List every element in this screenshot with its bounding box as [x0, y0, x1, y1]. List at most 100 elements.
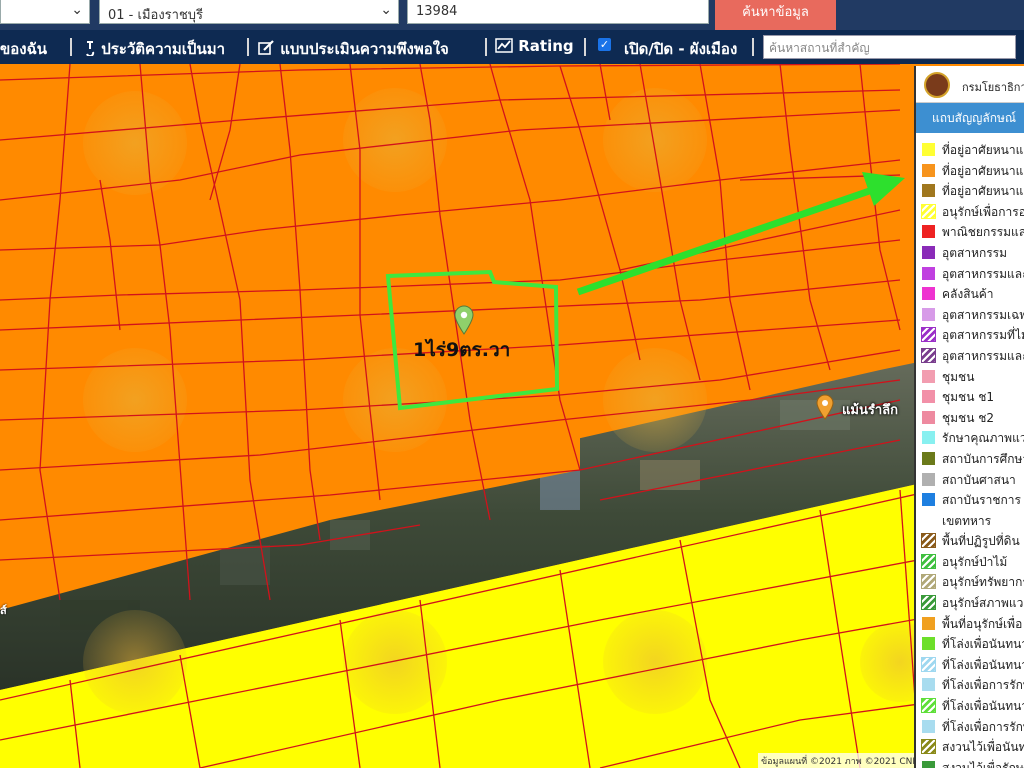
legend-swatch — [921, 595, 936, 611]
legend-item-label: ที่โล่งเพื่อการรักษา — [942, 719, 1024, 734]
menu-divider — [752, 38, 754, 56]
legend-item-label: อนุรักษ์สภาพแวดล้อม — [942, 596, 1024, 611]
legend-item: อนุรักษ์ป่าไม้ — [916, 551, 1024, 572]
department-logo — [924, 72, 950, 98]
province-select[interactable]: ⌄ — [0, 0, 90, 24]
menu-divider — [70, 38, 72, 56]
legend-swatch — [922, 493, 935, 507]
legend-item: ที่โล่งเพื่อนันทนาการ — [916, 654, 1024, 675]
legend-swatch — [921, 533, 936, 549]
legend-item-label: อุตสาหกรรมและคลังสินค้า — [942, 266, 1024, 281]
legend-item-label: อุตสาหกรรมที่ไม่ก่อมลพิษ — [942, 328, 1024, 343]
menu-toggle-plan[interactable]: เปิด/ปิด - ผังเมือง — [624, 37, 737, 61]
legend-swatch — [922, 678, 935, 692]
map-view[interactable]: 1ไร่9ตร.วา แม้นรำลึก ส์ ข้อมูลแผนที่ ©20… — [0, 64, 1024, 768]
legend-item-label: อนุรักษ์ทรัพยากร — [942, 575, 1024, 590]
map-pin-icon[interactable] — [454, 305, 474, 335]
legend-item: ที่อยู่อาศัยหนาแน่นมาก — [916, 180, 1024, 201]
place-name-label: แม้นรำลึก — [842, 403, 898, 418]
legend-swatch — [922, 163, 935, 177]
menu-history-label: ประวัติความเป็นมา — [101, 40, 226, 58]
legend-item-label: ที่อยู่อาศัยหนาแน่นมาก — [942, 184, 1024, 199]
map-edge-label: ส์ — [0, 604, 7, 617]
legend-swatch — [922, 390, 935, 404]
history-icon — [86, 41, 95, 58]
menu-survey[interactable]: แบบประเมินความพึงพอใจ — [258, 37, 449, 61]
parcel-number-input[interactable]: 13984 — [407, 0, 709, 24]
legend-item-label: พื้นที่ปฏิรูปที่ดิน — [942, 534, 1020, 549]
parcel-area-label: 1ไร่9ตร.วา — [413, 339, 511, 361]
legend-swatch — [921, 203, 936, 219]
legend-item: เขตทหาร — [916, 510, 1024, 531]
legend-item-label: ที่อยู่อาศัยหนาแน่นปานกลาง — [942, 163, 1024, 178]
legend-item: ที่โล่งเพื่อการรักษา — [916, 674, 1024, 695]
legend-item: ที่อยู่อาศัยหนาแน่นปานกลาง — [916, 160, 1024, 181]
legend-item-label: อนุรักษ์เพื่อการอยู่อาศัย — [942, 204, 1024, 219]
legend-item: ที่โล่งเพื่อการรักษา — [916, 716, 1024, 737]
legend-swatch — [921, 574, 936, 590]
legend-item: ชุมชน — [916, 366, 1024, 387]
legend-swatch — [922, 184, 935, 198]
legend-swatch — [922, 760, 935, 768]
legend-item: อุตสาหกรรมเฉพาะกิจ — [916, 304, 1024, 325]
legend-item-label: ที่อยู่อาศัยหนาแน่นน้อย — [942, 143, 1024, 157]
legend-swatch — [922, 287, 935, 301]
menu-divider — [247, 38, 249, 56]
legend-item: คลังสินค้า — [916, 283, 1024, 304]
legend-item-label: อุตสาหกรรม — [942, 245, 1008, 260]
legend-item-label: ชุมชน ช1 — [942, 390, 994, 405]
legend-item-label: พาณิชยกรรมและที่อยู่อาศัย — [942, 225, 1024, 240]
legend-panel: กรมโยธาธิการ แถบสัญญลักษณ์ ที่อยู่อาศัยห… — [914, 66, 1024, 768]
legend-item: สถาบันการศึกษา — [916, 448, 1024, 469]
legend-swatch — [921, 327, 936, 343]
legend-title: แถบสัญญลักษณ์ — [916, 103, 1024, 133]
legend-item: สถาบันราชการ — [916, 489, 1024, 510]
legend-item: พื้นที่ปฏิรูปที่ดิน — [916, 530, 1024, 551]
menu-rating[interactable]: Rating — [495, 37, 574, 55]
chevron-down-icon: ⌄ — [71, 2, 83, 18]
legend-item: ที่โล่งเพื่อนันทนาการ — [916, 695, 1024, 716]
legend-item: พาณิชยกรรมและที่อยู่อาศัย — [916, 221, 1024, 242]
legend-swatch — [921, 698, 936, 714]
legend-item-label: ที่โล่งเพื่อนันทนาการ — [942, 637, 1024, 652]
legend-item: อุตสาหกรรมและคลังสินค้า — [916, 263, 1024, 284]
menu-my-items[interactable]: ของฉัน — [0, 37, 47, 61]
legend-swatch — [922, 616, 935, 630]
legend-item-label: สถาบันราชการ — [942, 493, 1021, 508]
search-button[interactable]: ค้นหาข้อมูล — [715, 0, 836, 30]
legend-item-label: พื้นที่อนุรักษ์เพื่อ — [942, 616, 1023, 631]
menu-history[interactable]: ประวัติความเป็นมา — [84, 37, 225, 61]
legend-swatch — [922, 266, 935, 280]
toggle-plan-checkbox[interactable]: ✓ — [598, 38, 611, 51]
legend-swatch — [922, 514, 935, 527]
legend-item-label: สถาบันศาสนา — [942, 472, 1016, 487]
place-search-placeholder: ค้นหาสถานที่สำคัญ — [769, 41, 870, 55]
parcel-number-value: 13984 — [416, 4, 458, 19]
legend-item: อุตสาหกรรมและคลังสินค้าเดิม — [916, 345, 1024, 366]
legend-swatch — [922, 410, 935, 424]
menu-divider — [485, 38, 487, 56]
legend-item: อุตสาหกรรม — [916, 242, 1024, 263]
legend-item-label: ที่โล่งเพื่อนันทนาการ — [942, 699, 1024, 714]
legend-item-label: อุตสาหกรรมและคลังสินค้าเดิม — [942, 348, 1024, 363]
district-select[interactable]: 01 - เมืองราชบุรี ⌄ — [99, 0, 399, 24]
place-search-input[interactable]: ค้นหาสถานที่สำคัญ — [763, 35, 1016, 59]
menu-survey-label: แบบประเมินความพึงพอใจ — [280, 40, 449, 58]
legend-swatch — [921, 553, 936, 569]
legend-item-label: เขตทหาร — [942, 513, 992, 528]
legend-item: ชุมชน ช1 — [916, 386, 1024, 407]
legend-swatch — [922, 472, 935, 486]
legend-swatch — [922, 369, 935, 383]
legend-swatch — [922, 637, 935, 651]
legend-item-label: สถาบันการศึกษา — [942, 451, 1024, 466]
legend-swatch — [922, 307, 935, 321]
legend-item: สถาบันศาสนา — [916, 469, 1024, 490]
legend-item: ที่อยู่อาศัยหนาแน่นน้อย — [916, 139, 1024, 160]
legend-item-label: ที่โล่งเพื่อการรักษา — [942, 678, 1024, 693]
legend-item-label: อนุรักษ์ป่าไม้ — [942, 554, 1008, 569]
legend-item-label: อุตสาหกรรมเฉพาะกิจ — [942, 307, 1024, 322]
place-marker-icon[interactable] — [816, 394, 834, 420]
legend-swatch — [921, 347, 936, 363]
legend-swatch — [922, 143, 935, 156]
legend-swatch — [922, 451, 935, 465]
